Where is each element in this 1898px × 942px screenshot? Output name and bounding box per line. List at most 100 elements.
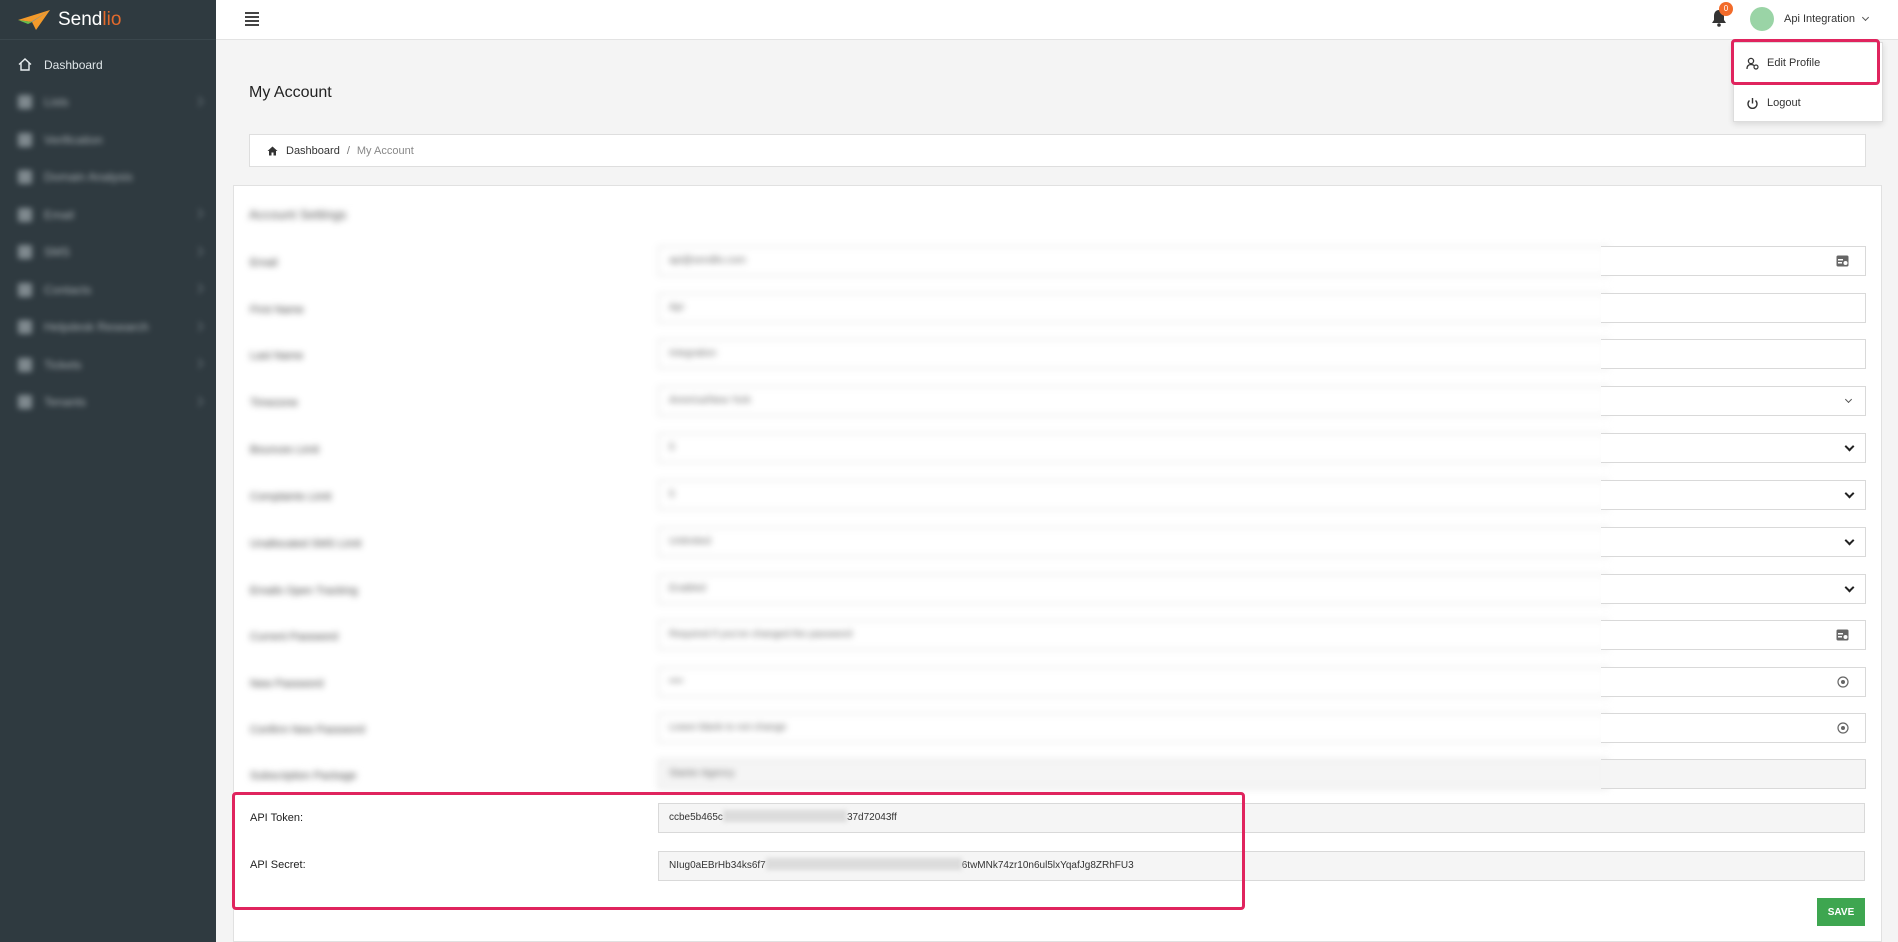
field-input[interactable]: America/New York (658, 386, 1608, 416)
brand-logo[interactable]: Sendlio (0, 0, 216, 40)
chevron-icon (193, 396, 204, 406)
field-input[interactable]: Api (658, 293, 1608, 323)
sidebar-item-label: Email (44, 207, 75, 222)
field-input-end[interactable] (1601, 293, 1866, 323)
field-input-end[interactable] (1601, 339, 1866, 369)
chevron-down-icon (1844, 441, 1855, 452)
field-input-end[interactable] (1601, 386, 1866, 416)
chevron-icon (193, 321, 204, 331)
home-icon (18, 57, 32, 72)
breadcrumb-separator: / (346, 144, 350, 157)
sidebar-item[interactable]: Email (0, 196, 216, 234)
api-token-prefix: ccbe5b465c (669, 812, 723, 823)
field-input[interactable]: Integration (658, 339, 1608, 369)
field-input[interactable]: Required if you've changed the password (658, 620, 1608, 650)
sidebar-item[interactable]: Dashboard (0, 46, 216, 84)
sidebar-item[interactable]: Verification (0, 121, 216, 159)
chevron-icon (193, 246, 204, 256)
field-input[interactable]: api@sendlio.com (658, 246, 1608, 276)
notification-badge: 0 (1719, 2, 1733, 16)
sidebar-item[interactable]: Contacts (0, 271, 216, 309)
sidebar-item[interactable]: Helpdesk Research (0, 309, 216, 347)
hamburger-menu-icon[interactable] (245, 12, 259, 26)
verify-icon (18, 132, 32, 147)
contacts-icon (18, 282, 32, 297)
chevron-down-icon (1844, 488, 1855, 499)
field-label: Confirm New Password (250, 724, 365, 736)
sidebar-item[interactable]: Lists (0, 84, 216, 122)
api-secret-field[interactable]: NIug0aEBrHb34ks6f7 6twMNk74zr10n6ul5lxYqa… (658, 851, 1865, 881)
chevron-down-icon (1844, 395, 1853, 404)
api-secret-prefix: NIug0aEBrHb34ks6f7 (669, 860, 766, 871)
field-input-end[interactable] (1601, 527, 1866, 557)
logout-menu-item[interactable]: Logout (1734, 83, 1882, 123)
api-token-suffix: 37d72043ff (846, 812, 897, 823)
eye-icon[interactable] (1837, 722, 1849, 734)
sidebar-item[interactable]: SMS (0, 234, 216, 272)
field-label: Complaints Limit (250, 491, 332, 503)
user-dropdown-menu: Edit Profile Logout (1733, 42, 1883, 122)
sidebar-item-label: Lists (44, 95, 69, 110)
id-card-icon[interactable] (1836, 255, 1849, 267)
field-input[interactable]: Starter Agency (658, 759, 1608, 789)
sidebar-item-label: Verification (44, 132, 103, 147)
breadcrumb-current: My Account (356, 144, 414, 157)
sms-icon (18, 245, 32, 260)
chevron-down-icon (1844, 535, 1855, 546)
field-input-end[interactable] (1601, 667, 1866, 697)
field-input-end[interactable] (1601, 574, 1866, 604)
api-token-label: API Token: (250, 812, 303, 824)
sidebar-item-label: Domain Analysis (44, 170, 133, 185)
sidebar-item-label: Tenants (44, 395, 87, 410)
field-input-end[interactable] (1601, 759, 1866, 789)
api-secret-label: API Secret: (250, 859, 306, 871)
field-label: Emails Open Tracking (250, 585, 358, 597)
redacted-segment (765, 858, 962, 871)
field-label: Subscription Package (250, 770, 357, 782)
edit-profile-menu-item[interactable]: Edit Profile (1734, 43, 1882, 83)
sidebar-item[interactable]: Tickets (0, 346, 216, 384)
topbar: 0 Api Integration (216, 0, 1898, 40)
field-input[interactable]: Enabled (658, 574, 1608, 604)
field-input-end[interactable] (1601, 480, 1866, 510)
blurred-form-area: Account Settings Email api@sendlio.com Fir… (240, 198, 1608, 789)
chevron-icon (193, 208, 204, 219)
home-icon (267, 146, 278, 155)
field-label: New Password (250, 678, 324, 690)
chevron-down-icon (1861, 13, 1869, 21)
chevron-icon (193, 358, 204, 369)
field-input-end[interactable] (1601, 433, 1866, 463)
research-icon (18, 320, 32, 335)
sidebar-nav: Dashboard Lists Verification Domain Analysi… (0, 40, 216, 421)
field-input[interactable]: 5 (658, 433, 1608, 463)
user-menu[interactable]: Api Integration (1750, 6, 1869, 31)
api-secret-suffix: 6twMNk74zr10n6ul5lxYqafJg8ZRhFU3 (961, 860, 1134, 871)
logout-label: Logout (1767, 97, 1801, 109)
field-input-end[interactable] (1601, 620, 1866, 650)
sidebar-item-label: Contacts (44, 282, 92, 297)
field-input-end[interactable] (1601, 713, 1866, 743)
sidebar-item[interactable]: Tenants (0, 384, 216, 422)
breadcrumb-dashboard-link[interactable]: Dashboard (286, 145, 340, 157)
field-input[interactable]: Leave blank to not change (658, 713, 1608, 743)
domain-icon (18, 170, 32, 185)
eye-icon[interactable] (1837, 676, 1849, 688)
sidebar-item[interactable]: Domain Analysis (0, 159, 216, 197)
field-label: Last Name (250, 350, 304, 362)
api-token-field[interactable]: ccbe5b465c 37d72043ff (658, 803, 1865, 833)
tenant-icon (18, 395, 32, 410)
sidebar-item-label: Helpdesk Research (44, 320, 149, 335)
page-title: My Account (249, 84, 332, 101)
field-input[interactable]: •••• (658, 667, 1608, 697)
sidebar-item-label: Dashboard (44, 57, 103, 72)
save-button[interactable]: SAVE (1817, 898, 1865, 926)
field-label: Email (250, 257, 278, 269)
id-card-icon[interactable] (1836, 629, 1849, 641)
chevron-icon (193, 96, 204, 106)
field-input[interactable]: 5 (658, 480, 1608, 510)
field-input-end[interactable] (1601, 246, 1866, 276)
sidebar-item-label: SMS (44, 245, 71, 260)
field-label: Bounces Limit (250, 444, 320, 456)
field-input[interactable]: Unlimited (658, 527, 1608, 557)
avatar (1750, 6, 1774, 31)
